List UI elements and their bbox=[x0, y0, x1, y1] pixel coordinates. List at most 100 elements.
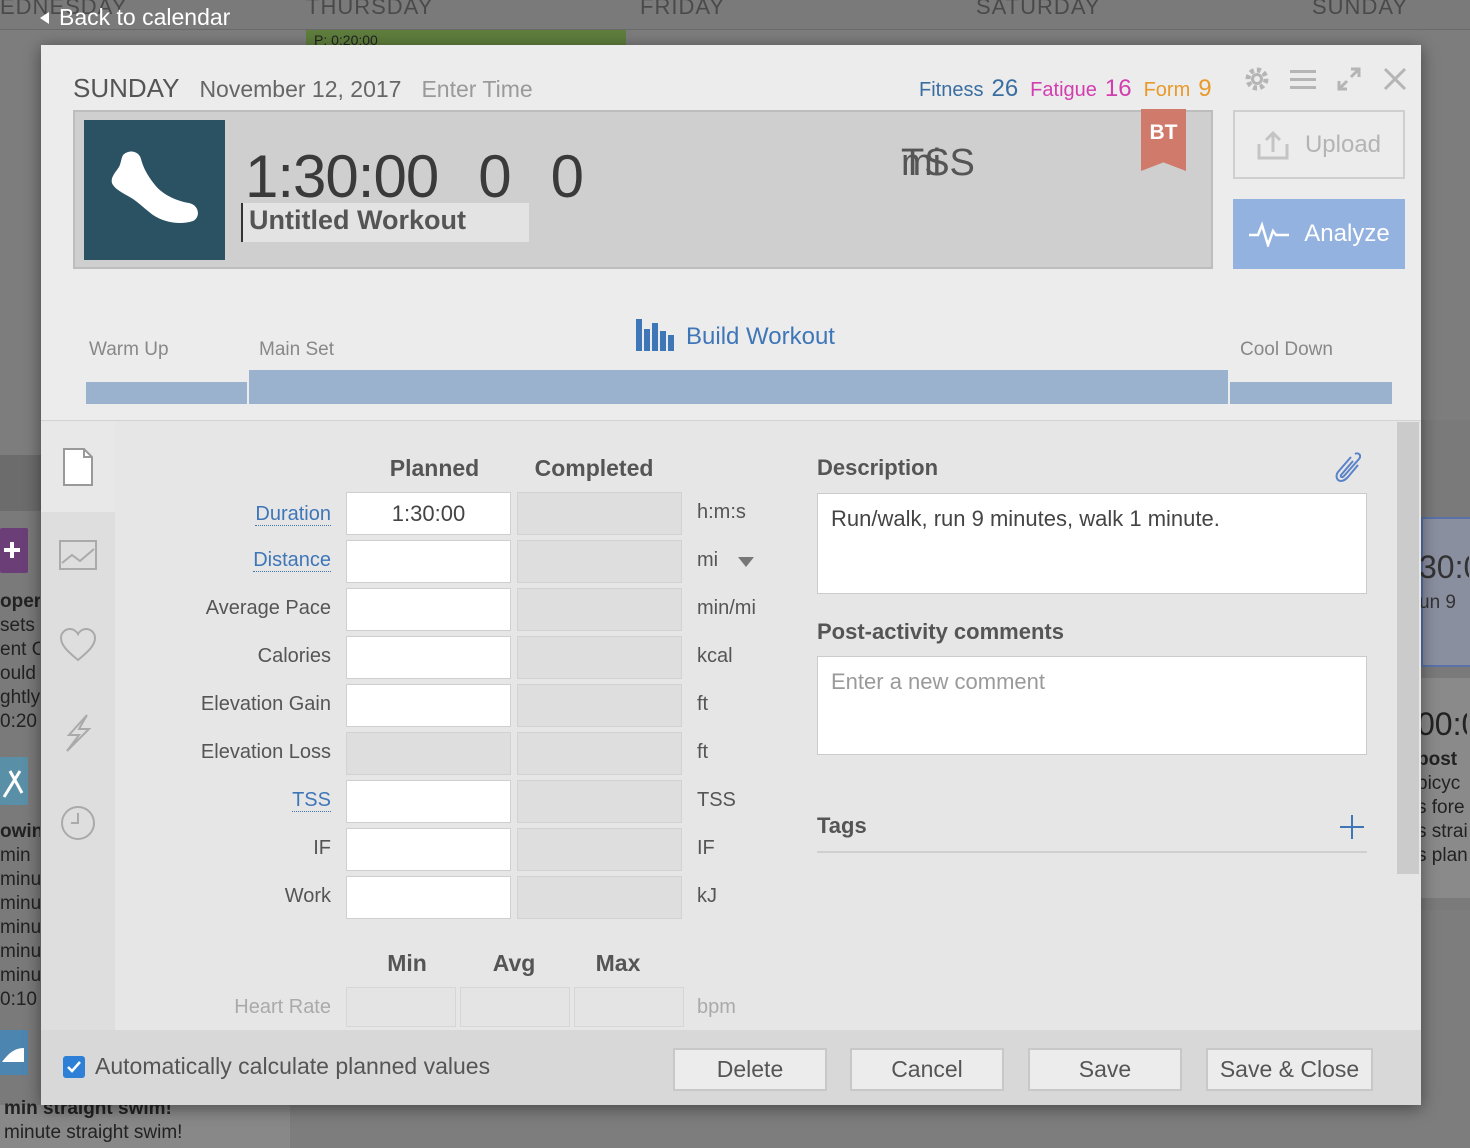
fitness-label: Fitness bbox=[919, 79, 984, 101]
settings-gear-icon[interactable] bbox=[1241, 63, 1273, 95]
calendar-text: oper bbox=[0, 591, 40, 612]
segment-bar-cool-down[interactable] bbox=[1230, 382, 1392, 404]
heart-rate-unit: bpm bbox=[697, 996, 736, 1018]
upload-label: Upload bbox=[1304, 130, 1382, 158]
analyze-button[interactable]: Analyze bbox=[1233, 199, 1405, 269]
bar-chart-icon bbox=[636, 319, 674, 351]
expand-icon[interactable] bbox=[1333, 63, 1365, 95]
elevation-gain-planned-input[interactable] bbox=[346, 684, 511, 727]
distance-label-text[interactable]: Distance bbox=[253, 549, 331, 572]
average-pace-unit: min/mi bbox=[697, 597, 756, 619]
day-name: SUNDAY bbox=[73, 73, 180, 103]
summary-tab[interactable] bbox=[58, 447, 98, 487]
duration-label-text[interactable]: Duration bbox=[255, 503, 331, 526]
calendar-text: minut bbox=[0, 941, 40, 962]
heart-rate-min-input[interactable] bbox=[346, 987, 456, 1027]
distance-completed-input[interactable] bbox=[517, 540, 682, 583]
calendar-text: s strai bbox=[1417, 821, 1467, 842]
calendar-bottom-card[interactable]: min straight swim! minute straight swim! bbox=[0, 1098, 290, 1148]
time-tab[interactable] bbox=[58, 803, 98, 843]
heart-rate-avg-input[interactable] bbox=[460, 987, 570, 1027]
if-planned-input[interactable] bbox=[346, 828, 511, 871]
workout-date: November 12, 2017 bbox=[199, 76, 402, 102]
close-icon[interactable] bbox=[1379, 63, 1411, 95]
average-pace-completed-input[interactable] bbox=[517, 588, 682, 631]
checkmark-icon bbox=[67, 1061, 81, 1073]
graph-tab[interactable] bbox=[58, 535, 98, 575]
paperclip-icon[interactable] bbox=[1331, 451, 1362, 490]
day-header-thursday: THURSDAY bbox=[306, 0, 434, 19]
lightning-icon bbox=[66, 714, 92, 752]
calendar-event-bar[interactable]: P: 0:20:00 bbox=[306, 30, 626, 48]
heart-rate-tab[interactable] bbox=[58, 625, 98, 665]
duration-completed-input[interactable] bbox=[517, 492, 682, 535]
enter-time-link[interactable]: Enter Time bbox=[421, 76, 532, 103]
calendar-text: 30:0 bbox=[1419, 549, 1469, 585]
save-and-close-button[interactable]: Save & Close bbox=[1206, 1048, 1373, 1091]
build-workout-link[interactable]: Build Workout bbox=[636, 317, 835, 351]
auto-calculate-label[interactable]: Automatically calculate planned values bbox=[95, 1053, 490, 1080]
calendar-workout-icon[interactable] bbox=[0, 757, 28, 805]
segment-bar-main-set[interactable] bbox=[249, 370, 1228, 404]
calories-planned-input[interactable] bbox=[346, 636, 511, 679]
segment-label-main-set: Main Set bbox=[259, 339, 334, 360]
if-completed-input[interactable] bbox=[517, 828, 682, 871]
calendar-workout-icon[interactable] bbox=[0, 1030, 28, 1075]
tss-completed-input[interactable] bbox=[517, 780, 682, 823]
calendar-week-band bbox=[0, 455, 41, 511]
add-tag-plus-icon[interactable] bbox=[1339, 814, 1365, 845]
work-planned-input[interactable] bbox=[346, 876, 511, 919]
distance-unit-select[interactable]: mi bbox=[697, 549, 718, 572]
calendar-text: owing bbox=[0, 821, 40, 842]
workout-header-panel: SUNDAY November 12, 2017 Enter Time Fitn… bbox=[41, 45, 1421, 421]
calendar-text: minut bbox=[0, 917, 40, 938]
delete-button[interactable]: Delete bbox=[673, 1048, 827, 1091]
avg-header: Avg bbox=[492, 950, 536, 976]
scrollbar[interactable] bbox=[1397, 422, 1419, 874]
tss-label[interactable]: TSS bbox=[131, 789, 331, 812]
distance-label[interactable]: Distance bbox=[131, 549, 331, 572]
cancel-button[interactable]: Cancel bbox=[850, 1048, 1004, 1091]
work-completed-input[interactable] bbox=[517, 876, 682, 919]
duration-label[interactable]: Duration bbox=[131, 503, 331, 526]
menu-icon[interactable] bbox=[1287, 63, 1319, 95]
running-shoe-icon bbox=[111, 151, 198, 223]
elevation-loss-completed-input[interactable] bbox=[517, 732, 682, 775]
calories-completed-input[interactable] bbox=[517, 636, 682, 679]
tss-planned-input[interactable] bbox=[346, 780, 511, 823]
description-textarea[interactable]: Run/walk, run 9 minutes, walk 1 minute. bbox=[817, 493, 1367, 594]
calendar-text: s fore bbox=[1417, 797, 1465, 818]
distance-planned-input[interactable] bbox=[346, 540, 511, 583]
if-label: IF bbox=[313, 837, 331, 859]
tss-label-text[interactable]: TSS bbox=[292, 789, 331, 812]
auto-calculate-checkbox[interactable] bbox=[63, 1056, 85, 1078]
upload-icon bbox=[1257, 130, 1289, 159]
elevation-gain-completed-input[interactable] bbox=[517, 684, 682, 727]
calendar-workout-card[interactable]: 00:0 post bicyc s fore s strai s plan bbox=[1417, 678, 1470, 898]
heart-rate-max-input[interactable] bbox=[574, 987, 684, 1027]
power-tab[interactable] bbox=[58, 713, 98, 753]
elevation-gain-label: Elevation Gain bbox=[200, 693, 331, 715]
date-row: SUNDAY November 12, 2017 Enter Time bbox=[73, 73, 533, 104]
segment-bar-warm-up[interactable] bbox=[86, 382, 247, 404]
workout-modal: SUNDAY November 12, 2017 Enter Time Fitn… bbox=[41, 45, 1421, 1105]
workout-title-input[interactable]: Untitled Workout bbox=[241, 203, 529, 242]
elevation-loss-unit: ft bbox=[697, 741, 709, 763]
day-header-friday: FRIDAY bbox=[640, 0, 726, 19]
calendar-text: ghtly bbox=[0, 687, 40, 708]
description-heading: Description bbox=[817, 455, 939, 480]
chevron-down-icon[interactable] bbox=[738, 557, 754, 567]
average-pace-label: Average Pace bbox=[205, 597, 331, 619]
tags-divider bbox=[817, 851, 1367, 853]
calendar-workout-icon[interactable] bbox=[0, 528, 28, 573]
duration-planned-input[interactable]: 1:30:00 bbox=[346, 492, 511, 535]
back-to-calendar-link[interactable]: Back to calendar bbox=[40, 4, 230, 31]
upload-button[interactable]: Upload bbox=[1233, 110, 1405, 179]
document-icon bbox=[63, 448, 93, 486]
segment-label-cool-down: Cool Down bbox=[1240, 339, 1333, 360]
calendar-workout-card[interactable]: 30:0 un 9 bbox=[1419, 517, 1470, 667]
average-pace-planned-input[interactable] bbox=[346, 588, 511, 631]
save-button[interactable]: Save bbox=[1028, 1048, 1182, 1091]
sport-type-tile[interactable] bbox=[84, 120, 225, 260]
comment-input[interactable]: Enter a new comment bbox=[817, 656, 1367, 755]
